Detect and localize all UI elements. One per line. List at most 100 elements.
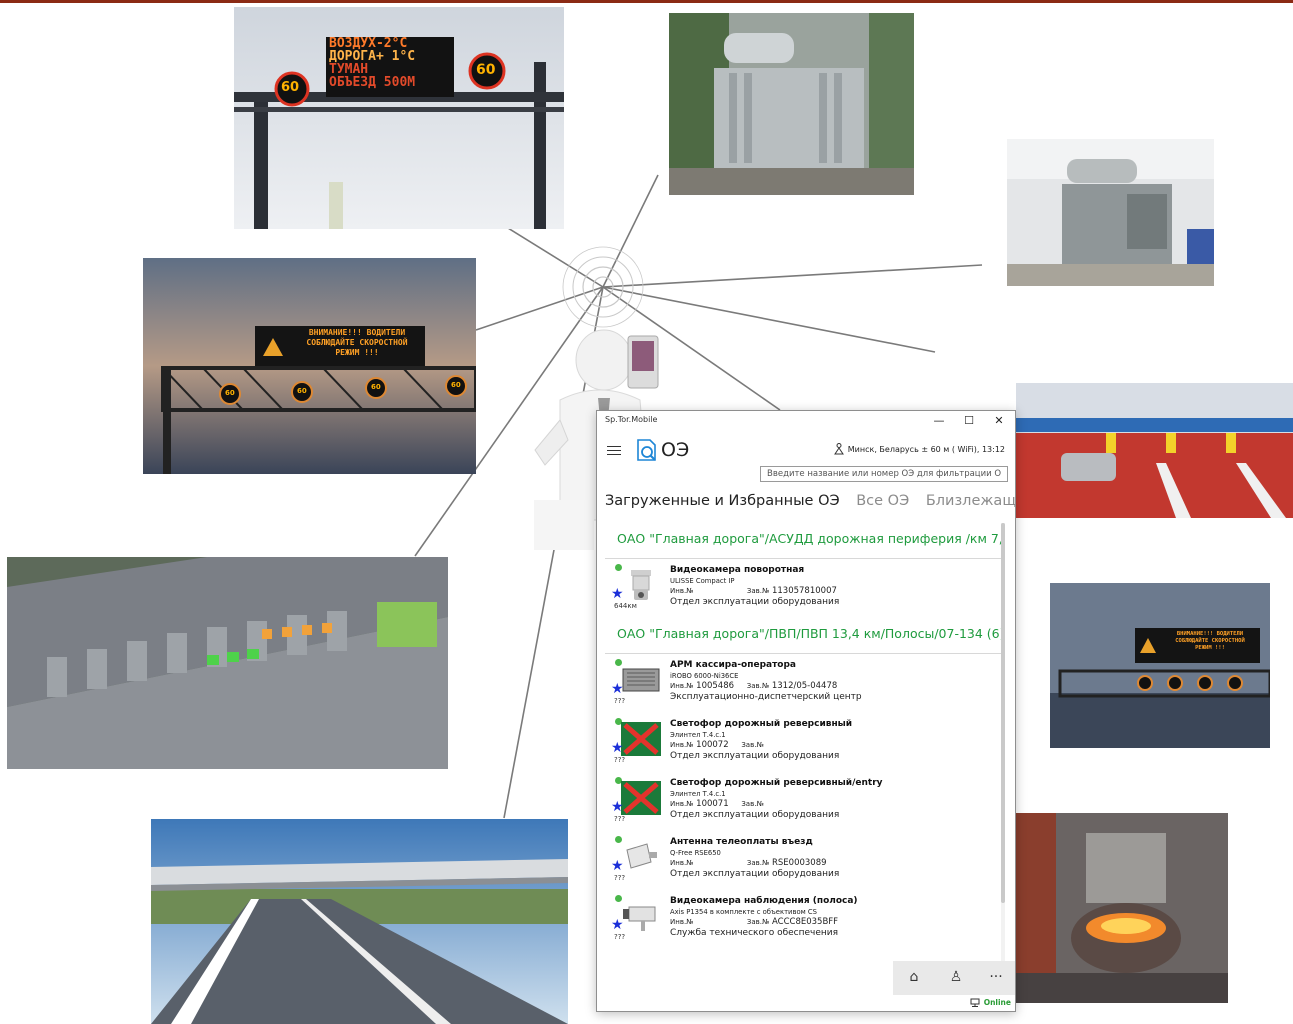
minimize-button[interactable]: —: [925, 413, 953, 429]
favorite-star-icon[interactable]: ★: [611, 800, 624, 814]
item-name: Видеокамера поворотная: [670, 565, 805, 575]
location-status: Минск, Беларусь ± 60 м ( WiFi), 13:12: [833, 443, 1005, 455]
distance-label: ???: [614, 933, 626, 941]
person-location-icon: [833, 443, 844, 455]
small-warning-line-2: СОБЛЮДАЙТЕ СКОРОСТНОЙ: [1175, 638, 1245, 644]
item-department: Отдел эксплуатации оборудования: [670, 810, 840, 820]
app-title: ОЭ: [661, 439, 690, 461]
item-department: Отдел эксплуатации оборудования: [670, 751, 840, 761]
app-window: Sp.Tor.Mobile — ☐ ✕ ОЭ Минск, Беларусь ±…: [596, 410, 1016, 1012]
list-item[interactable]: ★ ??? Видеокамера наблюдения (полоса) Ax…: [605, 890, 1001, 949]
camera-ptz-icon: [631, 570, 651, 600]
item-department: Отдел эксплуатации оборудования: [670, 869, 840, 879]
sign-line-4: ОБЪЕЗД 500М: [329, 75, 416, 90]
list-item[interactable]: ★ ??? Антенна телеоплаты въезд Q-Free RS…: [605, 831, 1001, 890]
list-item[interactable]: ★ ??? Светофор дорожный реверсивный Элин…: [605, 713, 1001, 772]
group-header[interactable]: ОАО "Главная дорога"/АСУДД дорожная пери…: [605, 523, 1001, 559]
item-numbers: Инв.№ Зав.№ RSE0003089: [670, 858, 1000, 868]
warning-line-2: СОБЛЮДАЙТЕ СКОРОСТНОЙ: [306, 338, 408, 347]
zav-label: Зав.№: [741, 741, 764, 749]
menu-icon[interactable]: [607, 443, 621, 457]
photo-transformer-1: [669, 13, 914, 195]
app-header: ОЭ Минск, Беларусь ± 60 м ( WiFi), 13:12: [597, 435, 1015, 469]
item-numbers: Инв.№ Зав.№ ACCC8E035BFF: [670, 917, 1000, 927]
camera-lane-icon: [623, 906, 656, 931]
warning-line-1: ВНИМАНИЕ!!! ВОДИТЕЛИ: [308, 328, 406, 337]
list-item[interactable]: ★ ??? АРМ кассира-оператора iROBO 6000-N…: [605, 654, 1001, 713]
item-name: Антенна телеоплаты въезд: [670, 837, 813, 847]
photo-highway-overpass: [151, 819, 568, 1024]
tab-nearby[interactable]: Близлежащие ОЭ: [926, 493, 1015, 509]
list-scrollbar[interactable]: [1001, 523, 1005, 963]
connection-status: Online: [970, 998, 1011, 1007]
item-name: АРМ кассира-оператора: [670, 660, 796, 670]
item-numbers: Инв.№ Зав.№ 113057810007: [670, 586, 1000, 596]
favorite-star-icon[interactable]: ★: [611, 741, 624, 755]
inv-label: Инв.№: [670, 800, 694, 808]
distance-label: ???: [614, 874, 626, 882]
small-warning-line-3: РЕЖИМ !!!: [1195, 645, 1225, 651]
item-model: iROBO 6000-Ni36CE: [670, 672, 739, 680]
item-name: Светофор дорожный реверсивный: [670, 719, 853, 729]
zav-label: Зав.№: [746, 918, 770, 926]
search-doc-logo-icon: [637, 439, 656, 461]
warning-line-3: РЕЖИМ !!!: [335, 348, 379, 357]
distance-label: ???: [614, 815, 626, 823]
nearby-person-icon[interactable]: ♙: [945, 969, 967, 989]
photo-toll-plaza-aerial: [7, 557, 448, 769]
scrollbar-thumb[interactable]: [1001, 523, 1005, 903]
more-icon[interactable]: ···: [985, 969, 1007, 989]
home-icon[interactable]: ⌂: [903, 969, 925, 989]
equipment-list[interactable]: ОАО "Главная дорога"/АСУДД дорожная пери…: [605, 523, 1001, 963]
warning-speed-1: 60: [225, 389, 235, 397]
distance-label: ???: [614, 756, 626, 764]
inv-value: 1005486: [696, 681, 735, 691]
small-warning-line-1: ВНИМАНИЕ!!! ВОДИТЕЛИ: [1176, 631, 1244, 637]
favorite-star-icon[interactable]: ★: [611, 682, 624, 696]
favorite-star-icon[interactable]: ★: [611, 918, 624, 932]
inv-label: Инв.№: [670, 918, 694, 926]
list-item[interactable]: ★ ??? Светофор дорожный реверсивный/entr…: [605, 772, 1001, 831]
photo-transformer-2: [1007, 139, 1214, 286]
item-model: ULISSE Compact IP: [670, 577, 735, 585]
zav-value: RSE0003089: [771, 858, 827, 868]
zav-label: Зав.№: [746, 682, 770, 690]
antenna-icon: [626, 843, 657, 869]
group-header[interactable]: ОАО "Главная дорога"/ПВП/ПВП 13,4 км/Пол…: [605, 618, 1001, 654]
traffic-light-x-icon: [621, 781, 661, 815]
computer-box-icon: [622, 668, 660, 692]
inv-label: Инв.№: [670, 682, 694, 690]
item-model: Q-Free RSE650: [670, 849, 721, 857]
item-model: Axis P1354 в комплекте с объективом CS: [670, 908, 817, 916]
distance-label: ???: [614, 697, 626, 705]
item-name: Видеокамера наблюдения (полоса): [670, 896, 858, 906]
online-status-text: Online: [983, 998, 1011, 1007]
tab-strip: Загруженные и Избранные ОЭ Все ОЭ Близле…: [605, 493, 1015, 515]
warning-speed-2: 60: [297, 387, 307, 395]
search-input[interactable]: [760, 466, 1008, 482]
maximize-button[interactable]: ☐: [955, 413, 983, 429]
tab-loaded-favorites[interactable]: Загруженные и Избранные ОЭ: [605, 493, 840, 509]
item-department: Отдел эксплуатации оборудования: [670, 597, 840, 607]
list-item[interactable]: ★ 644км Видеокамера поворотная ULISSE Co…: [605, 559, 1001, 618]
warning-speed-4: 60: [451, 381, 461, 389]
tab-all[interactable]: Все ОЭ: [856, 493, 909, 509]
item-name: Светофор дорожный реверсивный/entry: [670, 778, 883, 788]
item-numbers: Инв.№ 1005486 Зав.№ 1312/05-04478: [670, 681, 1000, 691]
photo-gantry-warning-small: ВНИМАНИЕ!!! ВОДИТЕЛИ СОБЛЮДАЙТЕ СКОРОСТН…: [1050, 583, 1270, 748]
speed-limit-left: 60: [281, 80, 300, 95]
item-numbers: Инв.№ 100072 Зав.№: [670, 740, 1000, 750]
close-button[interactable]: ✕: [985, 413, 1013, 429]
favorite-star-icon[interactable]: ★: [611, 859, 624, 873]
item-model: Элинтел Т.4.с.1: [670, 731, 726, 739]
zav-label: Зав.№: [746, 587, 770, 595]
inv-value: 100071: [696, 799, 729, 809]
item-department: Служба технического обеспечения: [670, 928, 839, 938]
favorite-star-icon[interactable]: ★: [611, 587, 624, 601]
item-numbers: Инв.№ 100071 Зав.№: [670, 799, 1000, 809]
item-department: Эксплуатационно-диспетчерский центр: [670, 692, 862, 702]
inv-label: Инв.№: [670, 859, 694, 867]
zav-value: 1312/05-04478: [771, 681, 838, 691]
inv-value: 100072: [696, 740, 729, 750]
zav-value: 113057810007: [771, 586, 837, 596]
